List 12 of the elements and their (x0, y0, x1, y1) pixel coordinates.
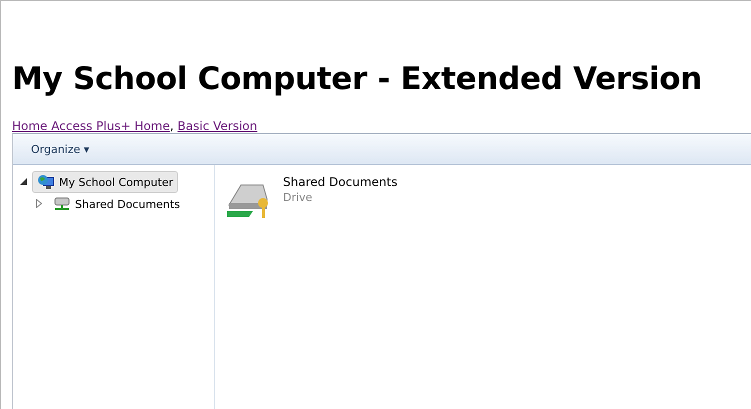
separator: , (170, 119, 175, 133)
item-name[interactable]: Shared Documents (283, 175, 398, 189)
link[interactable]: Home Access Plus+ Home (12, 119, 170, 133)
computer-globe-icon (37, 174, 55, 190)
tree-item[interactable]: Shared Documents (48, 193, 185, 215)
tree-item[interactable]: My School Computer (32, 171, 178, 193)
network-drive-icon (53, 196, 71, 212)
link[interactable]: Basic Version (178, 119, 258, 133)
organize-menu[interactable]: Organize ▾ (29, 140, 92, 158)
page-title: My School Computer - Extended Version (12, 61, 704, 97)
expand-arrow[interactable] (33, 198, 45, 210)
item-type: Drive (283, 191, 314, 204)
